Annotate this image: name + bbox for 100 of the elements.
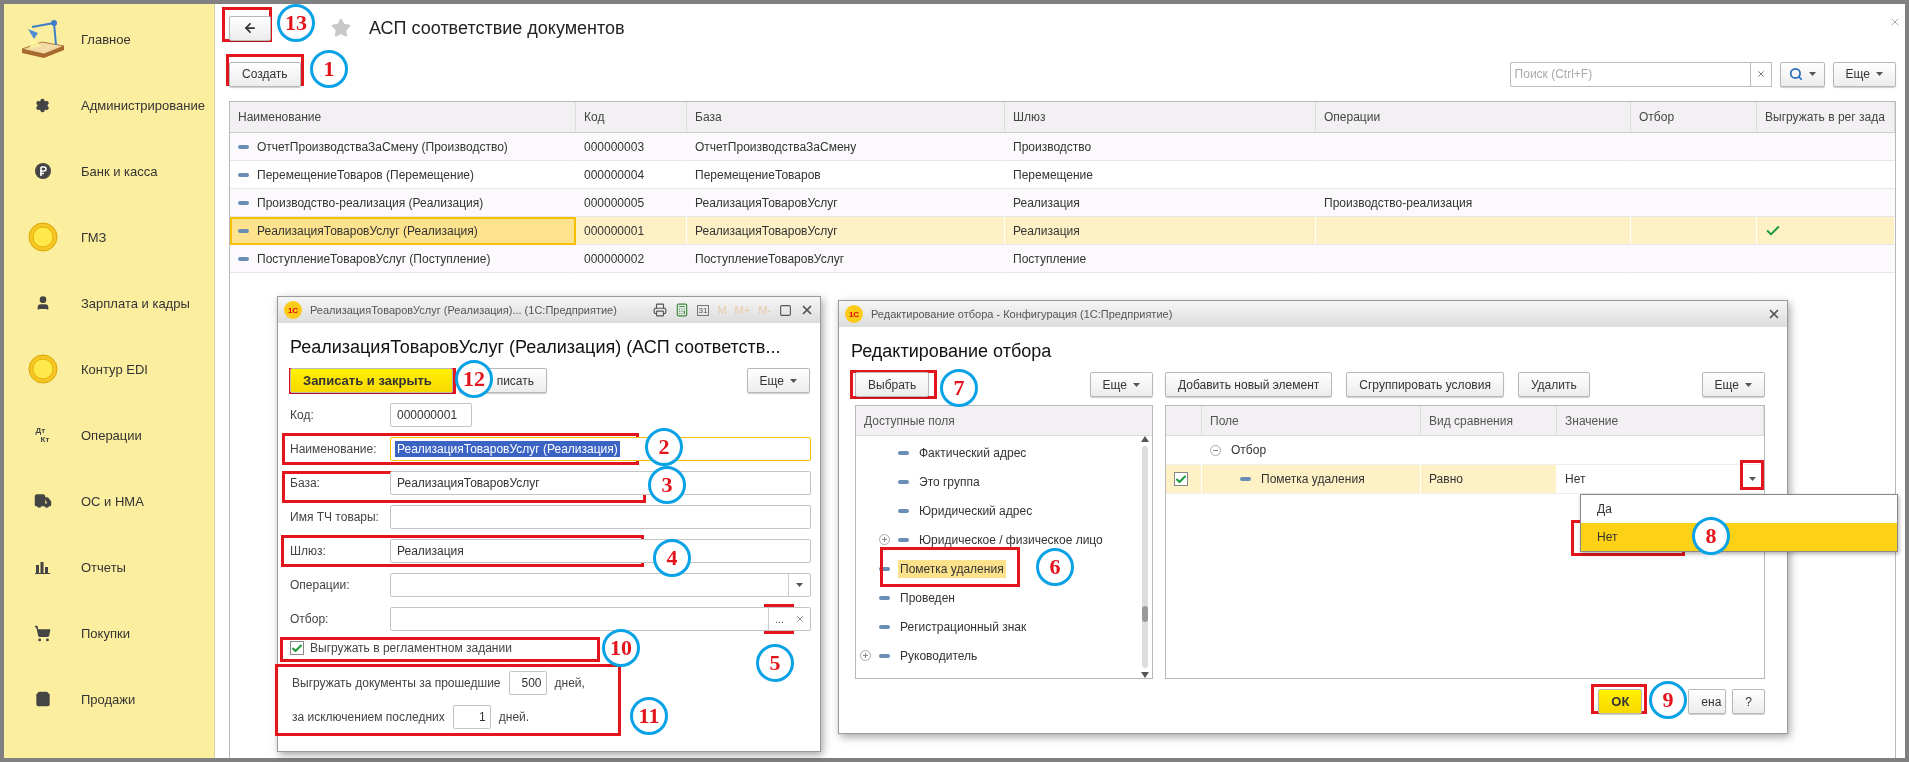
dropdown-option[interactable]: Да: [1581, 495, 1897, 523]
expand-icon[interactable]: [879, 534, 890, 545]
column-header[interactable]: База: [687, 102, 1005, 133]
item-name: ПеремещениеТоваров (Перемещение): [257, 167, 474, 182]
sidebar-item[interactable]: Покупки: [81, 625, 130, 641]
caret-icon: [1745, 382, 1752, 387]
ruble-icon: [34, 163, 51, 179]
toolbar-button[interactable]: Удалить: [1517, 372, 1590, 397]
input-field[interactable]: [390, 505, 811, 529]
calendar-icon[interactable]: 31: [696, 304, 710, 316]
table-cell: РеализацияТоваровУслуг: [687, 217, 1005, 245]
sidebar-item[interactable]: ГМЗ: [81, 229, 107, 245]
item-icon: [238, 144, 249, 149]
sidebar-item[interactable]: ОС и НМА: [81, 493, 144, 509]
table-cell[interactable]: РеализацияТоваровУслуг (Реализация): [230, 217, 576, 245]
expand-icon[interactable]: [860, 650, 871, 661]
dropdown-field[interactable]: [390, 573, 811, 597]
table-cell[interactable]: ОтчетПроизводстваЗаСмену (Производство): [230, 133, 576, 161]
field-label: База:: [290, 476, 321, 490]
search-button[interactable]: [1779, 61, 1825, 87]
table-cell[interactable]: ПоступлениеТоваровУслуг (Поступление): [230, 245, 576, 273]
table-cell: Производство-реализация: [1316, 189, 1631, 217]
more-button[interactable]: Еще: [746, 368, 810, 393]
field-item[interactable]: Это группа: [917, 472, 982, 491]
input-field[interactable]: 000000001: [390, 403, 472, 427]
choice-button[interactable]: ...: [768, 608, 790, 630]
group-label: Отбор: [1231, 443, 1267, 457]
cancel-button[interactable]: ена: [1688, 689, 1727, 714]
ok-button[interactable]: ОК: [1598, 689, 1643, 714]
sidebar-item[interactable]: Операции: [81, 427, 142, 443]
star-icon[interactable]: [331, 18, 351, 38]
field-item[interactable]: Регистрационный знак: [898, 617, 1029, 636]
more-button[interactable]: Еще: [1701, 372, 1765, 397]
sidebar-item[interactable]: Зарплата и кадры: [81, 295, 190, 311]
column-header[interactable]: Поле: [1202, 406, 1421, 436]
close-icon[interactable]: [800, 303, 814, 317]
column-header[interactable]: Вид сравнения: [1421, 406, 1557, 436]
clear-icon[interactable]: [795, 614, 805, 624]
column-header[interactable]: Выгружать в рег зада: [1757, 102, 1895, 133]
field-item[interactable]: Пометка удаления: [898, 559, 1006, 578]
more-button[interactable]: Еще: [1089, 372, 1153, 397]
sidebar-item[interactable]: Главное: [81, 31, 131, 47]
back-icon: [243, 21, 257, 35]
number-field[interactable]: 500: [508, 671, 547, 695]
column-header[interactable]: Наименование: [230, 102, 576, 133]
sidebar-item[interactable]: Администрирование: [81, 97, 205, 113]
help-button[interactable]: ?: [1732, 689, 1765, 714]
more-button[interactable]: Еще: [1832, 61, 1896, 87]
input-field[interactable]: ...: [390, 607, 811, 631]
select-button[interactable]: Выбрать: [855, 372, 930, 397]
number-field[interactable]: 1: [452, 705, 491, 729]
collapse-icon[interactable]: [1210, 444, 1221, 456]
field-item[interactable]: Юридический адрес: [917, 501, 1035, 520]
back-button[interactable]: [229, 15, 271, 41]
sidebar-item[interactable]: Отчеты: [81, 559, 126, 575]
highlight-frame: [222, 7, 272, 42]
field-item[interactable]: Руководитель: [898, 646, 980, 665]
table-cell: Производство: [1005, 133, 1316, 161]
close-icon[interactable]: [1767, 307, 1781, 321]
app-logo: 1С: [845, 305, 863, 323]
column-header[interactable]: Значение: [1557, 406, 1764, 436]
bag-icon: [34, 691, 51, 707]
column-header[interactable]: Отбор: [1631, 102, 1757, 133]
field-icon: [898, 479, 909, 484]
column-header[interactable]: Шлюз: [1005, 102, 1316, 133]
table-cell: Поступление: [1005, 245, 1316, 273]
save-close-button[interactable]: Записать и закрыть: [290, 368, 453, 393]
column-header[interactable]: Код: [576, 102, 687, 133]
scroll-down-icon[interactable]: [1141, 672, 1149, 678]
column-header[interactable]: Операции: [1316, 102, 1631, 133]
table-cell: 000000002: [576, 245, 687, 273]
scroll-thumb[interactable]: [1142, 606, 1148, 622]
table-cell: ПоступлениеТоваровУслуг: [687, 245, 1005, 273]
field-icon: [879, 595, 890, 600]
checkbox[interactable]: [1174, 472, 1188, 486]
clear-button[interactable]: [1749, 61, 1772, 87]
sidebar-item[interactable]: Продажи: [81, 691, 136, 707]
field-item[interactable]: Юридическое / физическое лицо: [917, 530, 1105, 549]
debit-credit-icon: Дт Кт: [35, 426, 50, 444]
maximize-icon[interactable]: [779, 303, 792, 317]
dialog-heading: Редактирование отбора: [850, 340, 1053, 363]
table-cell[interactable]: Производство-реализация (Реализация): [230, 189, 576, 217]
field-icon: [879, 653, 890, 658]
sidebar-item[interactable]: Контур EDI: [81, 361, 148, 377]
calculator-icon[interactable]: [674, 303, 689, 317]
item-name: ОтчетПроизводстваЗаСмену (Производство): [257, 139, 508, 154]
search-field[interactable]: Поиск (Ctrl+F): [1509, 61, 1750, 87]
printer-icon[interactable]: [652, 303, 667, 317]
toolbar-button[interactable]: Добавить новый элемент: [1165, 372, 1333, 397]
sidebar-item[interactable]: Банк и касса: [81, 163, 158, 179]
field-item[interactable]: Проведен: [898, 588, 957, 607]
create-button[interactable]: Создать: [229, 61, 301, 87]
condition-field: Пометка удаления: [1261, 472, 1365, 486]
table-cell: 000000003: [576, 133, 687, 161]
field-item[interactable]: Фактический адрес: [917, 443, 1029, 462]
field-icon: [898, 508, 909, 513]
column-header: [1166, 406, 1202, 436]
toolbar-button[interactable]: Сгруппировать условия: [1346, 372, 1504, 397]
field-label: Операции:: [290, 578, 351, 592]
checkbox[interactable]: [290, 641, 304, 655]
